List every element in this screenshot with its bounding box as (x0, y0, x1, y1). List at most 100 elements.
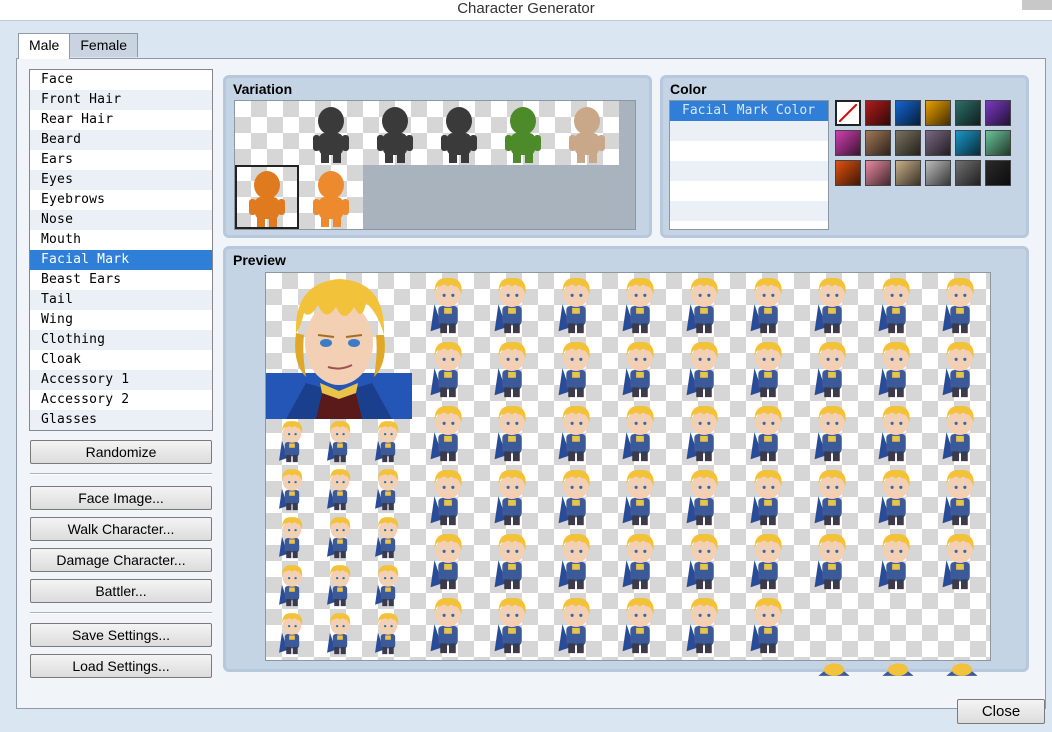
character-sprite (750, 469, 782, 526)
color-target-item[interactable]: Facial Mark Color (670, 101, 828, 121)
window-controls-edge (1022, 0, 1052, 10)
character-sprite (327, 613, 351, 655)
tab-panel: Face Front Hair Rear Hair Beard Ears Eyes Eyeb… (16, 58, 1046, 709)
character-sprite (327, 469, 351, 511)
color-swatch[interactable] (865, 100, 891, 126)
part-item[interactable]: Front Hair (30, 90, 212, 110)
face-image-button[interactable]: Face Image... (30, 486, 212, 510)
color-title: Color (670, 81, 707, 97)
color-swatch[interactable] (985, 100, 1011, 126)
character-sprite (279, 469, 303, 511)
variation-option[interactable] (491, 101, 555, 165)
character-sprite (430, 341, 462, 398)
character-sprite (558, 277, 590, 334)
character-sprite (942, 277, 974, 334)
part-item[interactable]: Accessory 2 (30, 390, 212, 410)
damage-character-button[interactable]: Damage Character... (30, 548, 212, 572)
color-target-empty-row[interactable] (670, 201, 828, 221)
part-item[interactable]: Mouth (30, 230, 212, 250)
color-swatch[interactable] (955, 130, 981, 156)
part-item[interactable]: Wing (30, 310, 212, 330)
part-item[interactable]: Clothing (30, 330, 212, 350)
part-item[interactable]: Glasses (30, 410, 212, 430)
color-target-empty-row[interactable] (670, 161, 828, 181)
preview-title: Preview (233, 252, 286, 268)
no-color-swatch[interactable] (835, 100, 861, 126)
character-sprite (750, 533, 782, 590)
part-item[interactable]: Eyebrows (30, 190, 212, 210)
tab-male[interactable]: Male (18, 33, 71, 59)
variation-option[interactable] (427, 101, 491, 165)
variation-option[interactable] (235, 101, 299, 165)
character-sprite (494, 405, 526, 462)
part-item[interactable]: Beast Ears (30, 270, 212, 290)
part-list[interactable]: Face Front Hair Rear Hair Beard Ears Eyes Eyeb… (29, 69, 213, 431)
part-item[interactable]: Ears (30, 150, 212, 170)
color-target-empty-row[interactable] (670, 121, 828, 141)
variation-option[interactable] (235, 165, 299, 229)
character-sprite (814, 469, 846, 526)
color-swatch[interactable] (895, 160, 921, 186)
color-target-list[interactable]: Facial Mark Color (669, 100, 829, 230)
character-sprite (558, 597, 590, 654)
tab-female[interactable]: Female (69, 33, 139, 57)
part-item[interactable]: Nose (30, 210, 212, 230)
walk-character-button[interactable]: Walk Character... (30, 517, 212, 541)
character-sprite (878, 405, 910, 462)
color-swatch[interactable] (925, 160, 951, 186)
character-sprite (814, 341, 846, 398)
character-sprite (942, 469, 974, 526)
character-sprite (686, 277, 718, 334)
variation-grid[interactable] (234, 100, 636, 230)
color-swatch[interactable] (985, 130, 1011, 156)
slash-icon (838, 103, 858, 123)
color-swatch[interactable] (835, 130, 861, 156)
window-title: Character Generator (457, 0, 595, 17)
color-swatch[interactable] (955, 100, 981, 126)
variation-option[interactable] (299, 101, 363, 165)
character-sprite (750, 405, 782, 462)
save-settings-button[interactable]: Save Settings... (30, 623, 212, 647)
variation-option[interactable] (363, 101, 427, 165)
color-swatch[interactable] (895, 100, 921, 126)
color-swatch[interactable] (865, 160, 891, 186)
close-button[interactable]: Close (957, 699, 1045, 724)
character-sprite (375, 565, 399, 607)
part-item[interactable]: Tail (30, 290, 212, 310)
part-item[interactable]: Eyes (30, 170, 212, 190)
character-sprite (622, 469, 654, 526)
variation-option[interactable] (555, 101, 619, 165)
variation-option[interactable] (299, 165, 363, 229)
part-item[interactable]: Face (30, 70, 212, 90)
character-sprite (375, 613, 399, 655)
color-swatch[interactable] (925, 130, 951, 156)
character-sprite (814, 533, 846, 590)
character-sprite (327, 421, 351, 463)
part-item[interactable]: Rear Hair (30, 110, 212, 130)
color-target-empty-row[interactable] (670, 181, 828, 201)
color-swatch[interactable] (835, 160, 861, 186)
character-sprite (622, 597, 654, 654)
color-swatch[interactable] (865, 130, 891, 156)
variation-title: Variation (233, 81, 293, 97)
color-swatch[interactable] (925, 100, 951, 126)
load-settings-button[interactable]: Load Settings... (30, 654, 212, 678)
part-item[interactable]: Facial Mark (30, 250, 212, 270)
color-target-empty-row[interactable] (670, 141, 828, 161)
preview-canvas (265, 272, 991, 676)
color-swatch[interactable] (955, 160, 981, 186)
separator (30, 473, 212, 475)
character-sprite (494, 341, 526, 398)
part-item[interactable]: Beard (30, 130, 212, 150)
color-panel: Color Facial Mark Color (660, 75, 1029, 238)
randomize-button[interactable]: Randomize (30, 440, 212, 464)
character-sprite (686, 597, 718, 654)
character-sprite (942, 405, 974, 462)
color-swatch[interactable] (895, 130, 921, 156)
part-item[interactable]: Cloak (30, 350, 212, 370)
battler-button[interactable]: Battler... (30, 579, 212, 603)
color-swatch[interactable] (985, 160, 1011, 186)
part-item[interactable]: Accessory 1 (30, 370, 212, 390)
character-sprite (750, 277, 782, 334)
character-sprite (558, 405, 590, 462)
